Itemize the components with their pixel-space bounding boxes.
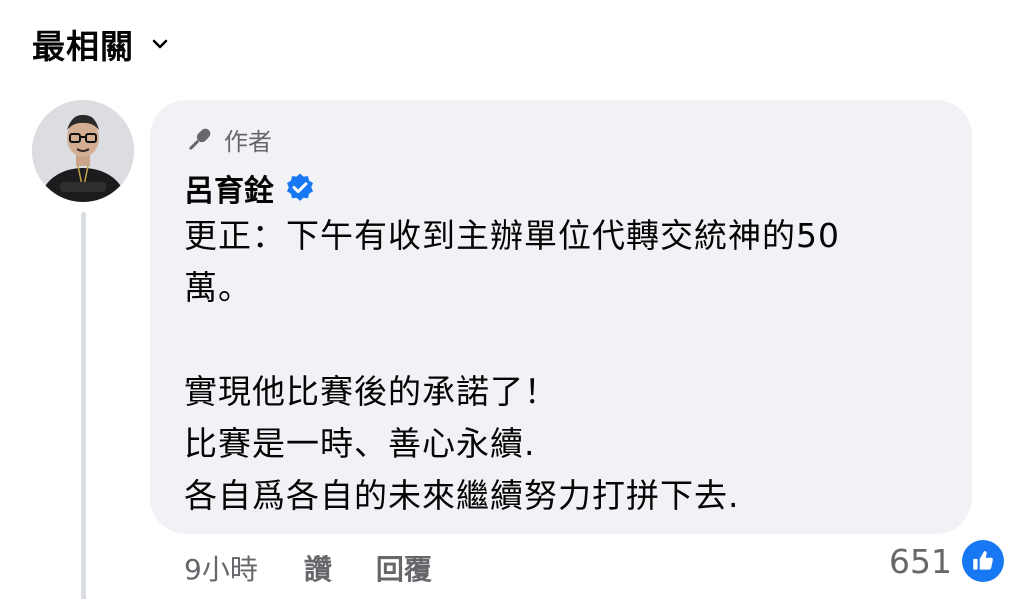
reply-button[interactable]: 回覆	[376, 548, 432, 588]
thumbs-up-glyph	[973, 551, 993, 570]
comment-bubble: 作者 呂育銓 更正：下午有收到主辦單位代轉交統神的50 萬。 實現他比賽後的承諾…	[150, 100, 972, 534]
verified-badge-icon	[287, 173, 313, 201]
like-button[interactable]: 讚	[304, 548, 332, 588]
avatar-image	[32, 100, 134, 202]
author-badge-label: 作者	[224, 128, 272, 156]
thread-line	[81, 212, 86, 599]
avatar[interactable]	[32, 100, 134, 202]
author-badge: 作者	[184, 122, 272, 157]
author-name[interactable]: 呂育銓	[184, 166, 274, 210]
comment-line-break	[184, 314, 954, 366]
chevron-down-icon	[152, 39, 168, 49]
microphone-icon	[189, 128, 211, 150]
comment-line: 比賽是一時、善心永續.	[184, 424, 536, 463]
reaction-summary[interactable]: 651	[889, 540, 1004, 582]
sort-label: 最相關	[32, 27, 134, 66]
comment-actions: 9小時 讚 回覆	[184, 548, 476, 588]
author-row: 呂育銓	[184, 166, 316, 210]
thumbs-up-icon	[962, 540, 1004, 582]
comment-timestamp[interactable]: 9小時	[184, 548, 258, 588]
comment-line: 實現他比賽後的承諾了！	[184, 372, 558, 411]
comment-thread: 最相關 作者 呂育銓 更正：下午有收到主辦單位代轉交統神的50 萬。 實現他比賽…	[0, 0, 1024, 599]
comment-body: 更正：下午有收到主辦單位代轉交統神的50 萬。 實現他比賽後的承諾了！ 比賽是一…	[184, 210, 954, 522]
sort-dropdown[interactable]: 最相關	[32, 20, 168, 68]
comment-line: 各自爲各自的未來繼續努力打拼下去.	[184, 476, 740, 515]
comment-line: 更正：下午有收到主辦單位代轉交統神的50	[184, 216, 840, 255]
reaction-count: 651	[889, 541, 952, 581]
comment-line: 萬。	[184, 268, 252, 307]
